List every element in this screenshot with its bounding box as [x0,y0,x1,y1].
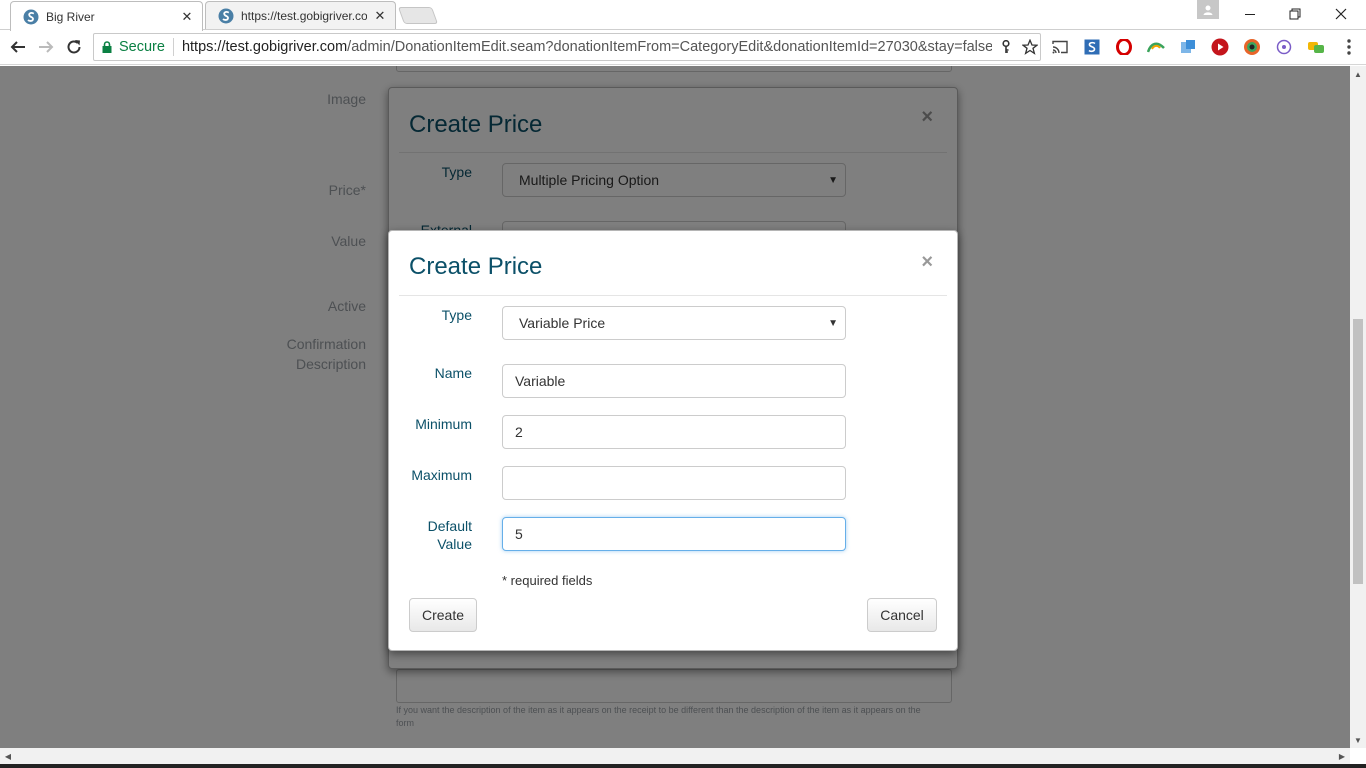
tab-title: Big River [46,9,95,24]
forward-arrow-icon[interactable] [36,37,56,57]
modal-title: Create Price [409,253,543,280]
required-fields-note: * required fields [502,573,593,588]
maximum-label: Maximum [411,467,472,483]
tab-close-icon[interactable]: ✕ [373,8,387,24]
close-window-icon[interactable] [1330,3,1352,25]
secure-indicator[interactable]: Secure [94,38,174,56]
bookmark-star-icon[interactable] [1020,37,1040,57]
url-path: /admin/DonationItemEdit.seam?donationIte… [347,39,992,55]
new-tab-button[interactable] [397,7,439,24]
back-arrow-icon[interactable] [8,37,28,57]
type-label: Type [441,307,472,323]
modal-divider [399,295,947,296]
name-input-value: Variable [515,373,566,389]
default-value-input[interactable]: 5 [502,517,846,551]
name-label: Name [434,365,472,381]
type-select-value: Variable Price [519,315,606,331]
url-host: https://test.gobigriver.com [181,39,348,55]
scroll-right-arrow-icon[interactable]: ▶ [1334,748,1350,764]
lock-icon [102,41,112,53]
scroll-up-arrow-icon[interactable]: ▲ [1350,66,1366,82]
maximum-input[interactable] [502,466,846,500]
tab-close-icon[interactable]: ✕ [180,9,194,25]
cast-icon[interactable] [1051,38,1069,56]
address-bar[interactable]: Secure https://test.gobigriver.com/admin… [93,33,1041,61]
minimum-label: Minimum [415,416,472,432]
default-value-input-value: 5 [515,526,523,542]
type-select[interactable]: Variable Price ▼ [502,306,846,340]
minimize-window-icon[interactable] [1239,3,1261,25]
arc-icon[interactable] [1147,38,1165,56]
taskbar-edge [0,764,1366,768]
minimum-input[interactable]: 2 [502,415,846,449]
puzzle-extension-icon[interactable] [1179,38,1197,56]
default-value-label: Default Value [362,517,472,553]
scroll-left-arrow-icon[interactable]: ◀ [0,748,16,764]
default-value-label-line2: Value [437,536,472,552]
tab-test-site[interactable]: https://test.gobigriver.co ✕ [205,1,396,30]
secure-label: Secure [119,39,165,55]
horizontal-scrollbar[interactable]: ◀ ▶ [0,748,1350,764]
tab-big-river[interactable]: Big River ✕ [10,1,203,31]
name-input[interactable]: Variable [502,364,846,398]
reload-icon[interactable] [64,37,84,57]
create-button[interactable]: Create [409,598,477,632]
browser-toolbar: Secure https://test.gobigriver.com/admin… [0,30,1366,65]
tab-strip: Big River ✕ https://test.gobigriver.co ✕ [0,0,1366,31]
user-profile-icon[interactable] [1197,0,1219,19]
default-value-label-line1: Default [427,518,472,534]
scroll-down-arrow-icon[interactable]: ▼ [1350,732,1366,748]
create-price-modal: Create Price × Type Variable Price ▼ Nam… [388,230,958,651]
cancel-button[interactable]: Cancel [867,598,937,632]
url-text[interactable]: https://test.gobigriver.com/admin/Donati… [174,39,992,55]
minimum-input-value: 2 [515,424,523,440]
color-picker-icon[interactable] [1243,38,1261,56]
chat-extension-icon[interactable] [1307,38,1325,56]
youtube-icon[interactable] [1211,38,1229,56]
scrollbar-thumb[interactable] [1353,319,1363,584]
s-extension-icon[interactable] [1083,38,1101,56]
page-viewport: Image Price* Value Active Confirmation D… [0,66,1350,748]
big-river-favicon-icon [218,8,234,24]
big-river-favicon-icon [23,9,39,24]
chrome-menu-icon[interactable] [1340,38,1358,56]
restore-window-icon[interactable] [1284,3,1306,25]
close-icon[interactable]: × [921,252,933,272]
chevron-down-icon: ▼ [828,318,838,329]
tab-title: https://test.gobigriver.co [241,9,367,23]
opera-icon[interactable] [1115,38,1133,56]
vertical-scrollbar[interactable]: ▲ ▼ [1350,66,1366,748]
circle-extension-icon[interactable] [1275,38,1293,56]
key-icon[interactable] [996,37,1016,57]
